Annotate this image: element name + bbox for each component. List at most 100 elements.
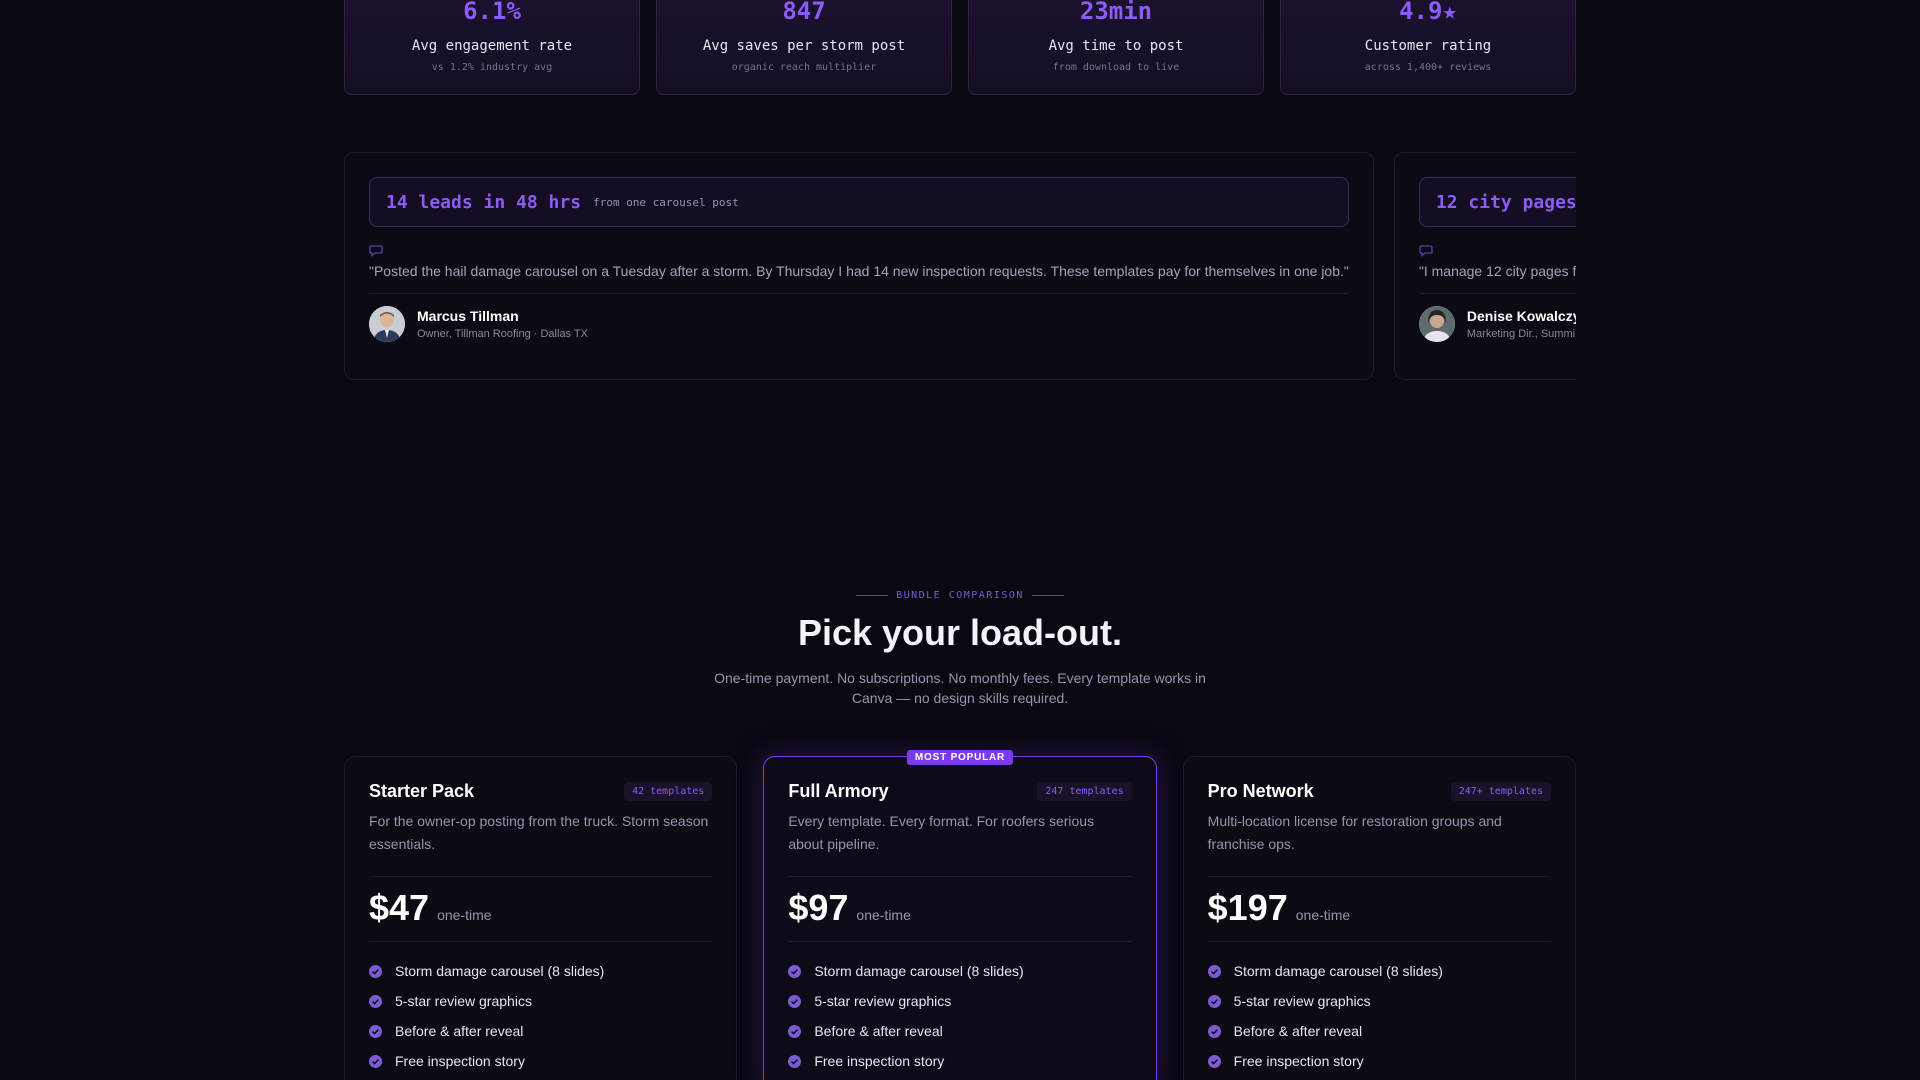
stat-card-saves: 847 Avg saves per storm post organic rea… [656,0,952,95]
testimonial-card: 12 city pages "I manage 12 city pages f [1393,152,1576,380]
feature-item: Before & after reveal [788,1016,1131,1046]
stat-sub: organic reach multiplier [731,62,877,73]
feature-label: 5-star review graphics [395,993,532,1009]
testimonial-carousel[interactable]: 14 leads in 48 hrs from one carousel pos… [344,152,1576,380]
plan-description: Multi-location license for restoration g… [1207,813,1502,852]
feature-item: Free inspection story [788,1046,1131,1076]
testimonial-headline-main: 12 city pages [1435,191,1576,213]
stat-sub: vs 1.2% industry avg [431,62,553,73]
feature-item: Storm damage carousel (8 slides) [788,956,1131,986]
pricing-grid: Starter Pack 42 templates For the owner-… [344,750,1576,1080]
testimonial-track: 14 leads in 48 hrs from one carousel pos… [344,152,1576,380]
testimonial-headline: 14 leads in 48 hrs from one carousel pos… [369,177,1349,227]
stat-value: 23min [1079,0,1153,25]
divider [369,941,713,942]
feature-list: Storm damage carousel (8 slides) 5-star … [788,956,1131,1076]
feature-label: Free inspection story [1233,1053,1364,1069]
stat-label: Customer rating [1364,38,1492,54]
testimonial-headline-sub: from one carousel post [593,195,739,209]
stat-card-engagement: 6.1% Avg engagement rate vs 1.2% industr… [344,0,640,95]
plan-price: $97 [788,887,849,928]
plan-price-row: $197 one-time [1208,887,1551,929]
testimonial-headline: 12 city pages [1418,177,1576,227]
stats-row: 6.1% Avg engagement rate vs 1.2% industr… [344,0,1576,95]
plan-price: $47 [369,887,430,928]
avatar [1418,306,1455,342]
divider [788,876,1132,877]
feature-list: Storm damage carousel (8 slides) 5-star … [369,956,712,1076]
stat-value: 4.9★ [1399,0,1457,25]
feature-item: Free inspection story [369,1046,712,1076]
plan-term: one-time [856,907,911,923]
plan-card-starter[interactable]: Starter Pack 42 templates For the owner-… [344,756,738,1080]
feature-item: 5-star review graphics [788,986,1131,1016]
stat-label: Avg time to post [1048,38,1184,54]
most-popular-badge: MOST POPULAR [906,750,1014,765]
divider [1207,941,1551,942]
plan-price: $197 [1207,887,1288,928]
author-role: Owner, Tillman Roofing · Dallas TX [417,328,588,340]
check-circle-icon [788,1054,802,1068]
feature-label: Free inspection story [814,1053,945,1069]
feature-item: Before & after reveal [369,1016,712,1046]
testimonial-headline-main: 14 leads in 48 hrs [386,191,582,213]
divider [369,293,1349,294]
testimonial-quote: "I manage 12 city pages f [1418,263,1576,279]
feature-label: Before & after reveal [814,1023,943,1039]
check-circle-icon [369,1024,382,1038]
check-circle-icon [1207,1024,1221,1038]
feature-item: Before & after reveal [1207,1016,1551,1046]
feature-label: Storm damage carousel (8 slides) [1233,963,1443,979]
testimonial-author: Marcus Tillman Owner, Tillman Roofing · … [369,306,1349,342]
feature-label: 5-star review graphics [814,993,952,1009]
stat-sub: from download to live [1052,62,1180,73]
plan-term: one-time [1295,907,1351,923]
check-circle-icon [369,964,382,978]
plan-description: Every template. Every format. For roofer… [788,813,1095,852]
stat-value: 847 [782,0,826,25]
feature-label: Storm damage carousel (8 slides) [395,963,605,979]
author-role: Marketing Dir., Summi [1466,328,1576,340]
stat-label: Avg saves per storm post [702,38,906,54]
plan-header: Full Armory 247 templates [788,781,1132,802]
section-title: Pick your load-out. [797,612,1123,653]
feature-item: Storm damage carousel (8 slides) [1207,956,1551,986]
plan-header: Pro Network 247+ templates [1208,781,1551,802]
stat-card-rating: 4.9★ Customer rating across 1,400+ revie… [1280,0,1576,95]
plan-description: For the owner-op posting from the truck.… [369,813,709,852]
stat-label: Avg engagement rate [411,38,573,54]
plan-name: Starter Pack [369,781,475,801]
check-circle-icon [788,964,802,978]
feature-label: Before & after reveal [395,1023,524,1039]
feature-list: Storm damage carousel (8 slides) 5-star … [1207,956,1551,1076]
feature-label: Before & after reveal [1233,1023,1363,1039]
check-circle-icon [369,994,382,1008]
feature-label: Free inspection story [395,1053,525,1069]
check-circle-icon [1207,994,1221,1008]
feature-label: Storm damage carousel (8 slides) [814,963,1024,979]
plan-term: one-time [437,907,492,923]
divider [788,941,1132,942]
section-eyebrow: BUNDLE COMPARISON [0,590,1920,601]
plan-price-row: $47 one-time [369,887,712,929]
eyebrow-text: BUNDLE COMPARISON [896,590,1024,601]
testimonial-meta: Denise Kowalczy Marketing Dir., Summi [1467,308,1576,340]
divider [1418,293,1576,294]
quote-icon [369,243,1349,257]
avatar [369,306,405,342]
plan-header: Starter Pack 42 templates [369,781,713,802]
plan-name: Full Armory [788,781,889,801]
author-name: Denise Kowalczy [1466,308,1576,324]
section-subtitle: One-time payment. No subscriptions. No m… [714,670,1206,706]
check-circle-icon [788,994,802,1008]
check-circle-icon [1207,1054,1221,1068]
template-count-badge: 42 templates [624,782,713,801]
feature-item: Free inspection story [1207,1046,1551,1076]
plan-card-full-armory[interactable]: MOST POPULAR Full Armory 247 templates E… [763,750,1157,1080]
eyebrow-line [1031,594,1064,596]
template-count-badge: 247 templates [1037,782,1132,801]
plan-card-pro-network[interactable]: Pro Network 247+ templates Multi-locatio… [1182,756,1576,1080]
eyebrow-line [856,594,889,596]
feature-item: Storm damage carousel (8 slides) [369,956,712,986]
feature-item: 5-star review graphics [1207,986,1551,1016]
